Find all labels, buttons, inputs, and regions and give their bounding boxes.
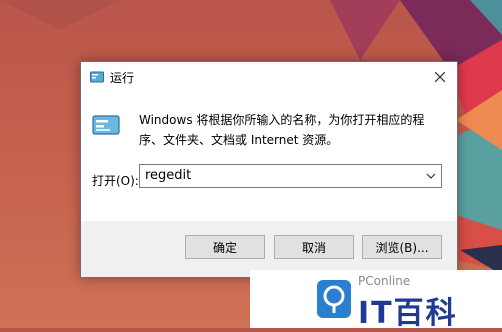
ok-button[interactable]: 确定: [185, 235, 265, 259]
close-icon: [435, 72, 445, 82]
run-icon: [92, 115, 120, 135]
chevron-down-icon[interactable]: [426, 172, 436, 180]
button-bar: 确定 取消 浏览(B)...: [81, 221, 457, 277]
open-label: 打开(O):: [92, 174, 139, 188]
dialog-description: Windows 将根据你所输入的名称，为你打开相应的程序、文件夹、文档或 Int…: [139, 113, 425, 147]
open-combobox[interactable]: regedit: [139, 164, 442, 188]
magnifier-logo-icon: [317, 280, 351, 318]
dialog-title: 运行: [110, 71, 135, 85]
title-bar: 运行: [81, 62, 457, 94]
close-button[interactable]: [423, 62, 457, 92]
open-input[interactable]: regedit: [145, 168, 191, 183]
watermark-name: IT百科: [358, 296, 458, 331]
browse-button[interactable]: 浏览(B)...: [362, 235, 442, 259]
watermark: PConline IT百科: [250, 270, 502, 331]
cancel-button[interactable]: 取消: [274, 235, 354, 259]
run-dialog: 运行 Windows 将根据你所输入的名称，为你打开相应的程序、文件夹、文档或 …: [80, 61, 458, 278]
watermark-brand: PConline: [358, 274, 411, 288]
run-icon: [90, 71, 104, 83]
